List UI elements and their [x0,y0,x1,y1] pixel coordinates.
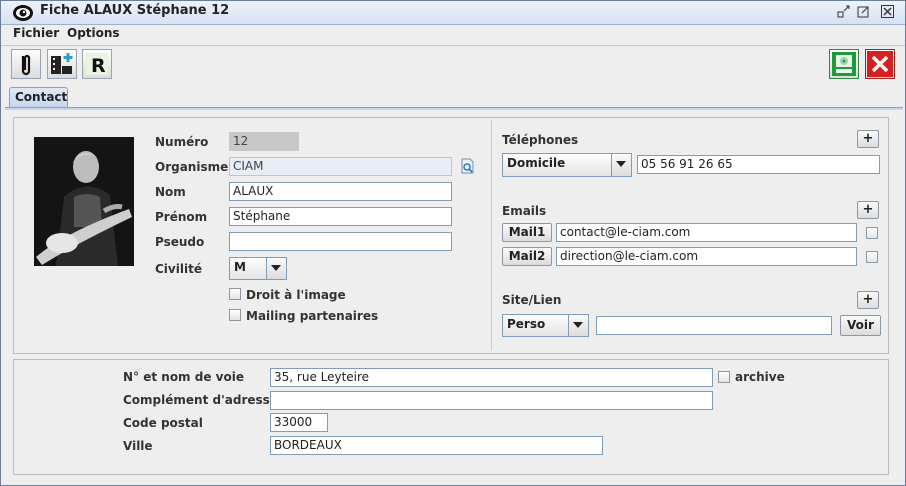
close-red-icon [867,51,893,77]
save-button[interactable] [829,49,859,79]
add-media-button[interactable] [47,49,77,79]
cancel-button[interactable] [865,49,895,79]
r-button[interactable]: R [82,49,112,79]
voie-field[interactable]: 35, rue Leyteire [270,368,713,387]
organisme-label: Organisme [155,160,229,174]
pseudo-field[interactable] [229,232,452,251]
voie-label: N° et nom de voie [123,370,244,384]
complement-label: Complément d'adresse [123,393,278,407]
numero-field: 12 [229,132,299,151]
code-postal-label: Code postal [123,416,203,430]
telephone-type-dropdown-icon[interactable] [611,154,631,176]
mail2-field[interactable]: direction@le-ciam.com [556,247,857,266]
panel-divider [491,120,492,351]
ville-field[interactable]: BORDEAUX [270,436,603,455]
menu-fichier[interactable]: Fichier [13,26,59,40]
complement-field[interactable] [270,391,713,410]
site-heading: Site/Lien [502,293,562,307]
numero-label: Numéro [155,135,209,149]
pseudo-label: Pseudo [155,235,205,249]
archive-checkbox[interactable] [718,371,730,383]
telephones-heading: Téléphones [502,133,579,147]
code-postal-field[interactable]: 33000 [270,413,328,432]
mail2-checkbox[interactable] [866,251,878,263]
toolbar [1,45,905,84]
mail1-field[interactable]: contact@le-ciam.com [556,223,857,242]
civilite-dropdown-icon[interactable] [266,258,286,279]
r-letter-icon: R [86,53,108,77]
tab-strip-line [5,107,903,110]
telephone-number-field[interactable]: 05 56 91 26 65 [637,155,880,174]
prenom-label: Prénom [155,210,208,224]
emails-heading: Emails [502,204,547,218]
minimize-icon[interactable] [837,5,850,18]
tab-contact-label: Contact [15,90,68,104]
mail1-checkbox[interactable] [866,227,878,239]
contact-photo[interactable] [34,137,134,266]
nom-label: Nom [155,185,186,199]
film-add-icon [51,53,73,74]
svg-text:R: R [91,55,106,77]
save-disk-icon [832,52,856,76]
nom-field[interactable]: ALAUX [229,182,452,201]
window-title: Fiche ALAUX Stéphane 12 [40,3,230,18]
site-url-field[interactable] [596,316,832,335]
organisme-search-icon[interactable] [459,157,477,175]
add-telephone-button[interactable]: + [857,130,879,148]
add-email-button[interactable]: + [857,201,879,219]
mail1-button[interactable]: Mail1 [502,223,552,242]
prenom-field[interactable]: Stéphane [229,207,452,226]
ville-label: Ville [123,439,153,453]
civilite-label: Civilité [155,262,202,276]
voir-button[interactable]: Voir [840,315,881,336]
droit-image-label: Droit à l'image [246,288,346,302]
attachment-button[interactable] [11,49,41,79]
add-site-button[interactable]: + [857,291,879,309]
droit-image-checkbox[interactable] [229,288,241,300]
mailing-label: Mailing partenaires [246,309,379,323]
paperclip-icon [21,54,31,76]
mailing-checkbox[interactable] [229,309,241,321]
menu-bar [1,25,905,45]
site-type-dropdown-icon[interactable] [568,315,588,336]
mail2-button[interactable]: Mail2 [502,247,552,266]
close-window-icon[interactable] [881,5,894,18]
app-logo-icon [12,4,34,22]
organisme-field[interactable]: CIAM [229,157,452,176]
menu-options[interactable]: Options [67,26,120,40]
maximize-icon[interactable] [857,5,870,18]
archive-label: archive [735,370,785,384]
